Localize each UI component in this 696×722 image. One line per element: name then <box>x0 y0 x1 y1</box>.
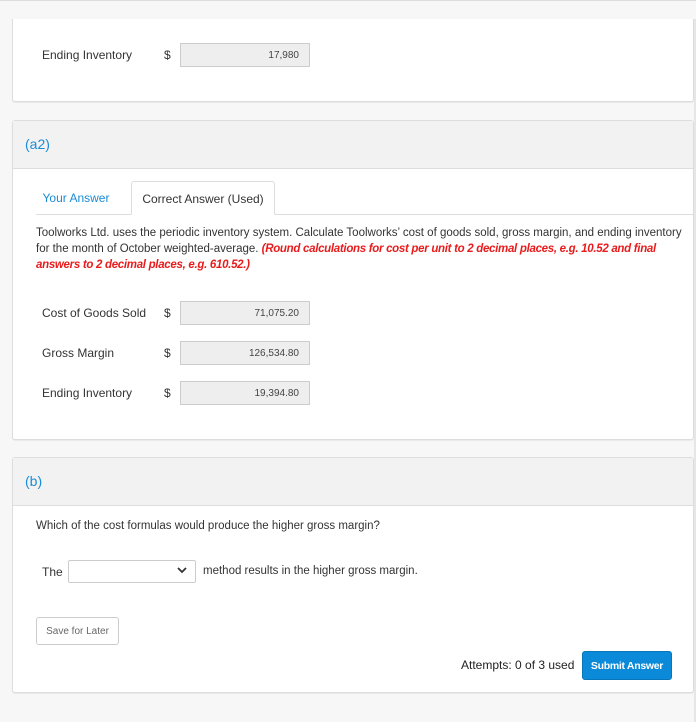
gross-margin-row: Gross Margin $ 126,534.80 <box>42 341 310 365</box>
section-a2-card: (a2) Your Answer Correct Answer (Used) T… <box>12 120 694 440</box>
tab-correct-answer[interactable]: Correct Answer (Used) <box>131 181 275 215</box>
cogs-label: Cost of Goods Sold <box>42 306 147 320</box>
section-a2-header: (a2) <box>13 121 693 169</box>
chevron-down-icon <box>177 565 187 577</box>
method-select[interactable] <box>68 560 196 583</box>
ending-inventory-row: Ending Inventory $ 19,394.80 <box>42 381 310 405</box>
answer-tabs: Your Answer Correct Answer (Used) <box>36 181 694 215</box>
submit-answer-button[interactable]: Submit Answer <box>582 651 672 680</box>
ending-inventory-label: Ending Inventory <box>42 48 133 62</box>
gross-margin-value: 126,534.80 <box>180 341 310 365</box>
currency-symbol: $ <box>164 346 171 360</box>
question-text: Toolworks Ltd. uses the periodic invento… <box>36 225 686 273</box>
tab-your-answer[interactable]: Your Answer <box>36 181 116 215</box>
currency-symbol: $ <box>164 48 171 62</box>
question-b-text: Which of the cost formulas would produce… <box>36 520 380 532</box>
cogs-row: Cost of Goods Sold $ 71,075.20 <box>42 301 310 325</box>
attempts-counter: Attempts: 0 of 3 used <box>461 658 575 672</box>
cogs-value: 71,075.20 <box>180 301 310 325</box>
sentence-prefix: The <box>42 565 63 579</box>
ending-inventory-label: Ending Inventory <box>42 386 133 400</box>
gross-margin-label: Gross Margin <box>42 346 115 360</box>
currency-symbol: $ <box>164 306 171 320</box>
ending-inventory-value: 17,980 <box>180 43 310 67</box>
save-for-later-button[interactable]: Save for Later <box>36 617 119 645</box>
currency-symbol: $ <box>164 386 171 400</box>
section-b-header: (b) <box>13 458 693 506</box>
sentence-suffix: method results in the higher gross margi… <box>203 565 418 577</box>
ending-inventory-row: Ending Inventory $ 17,980 <box>42 43 310 67</box>
ending-inventory-value: 19,394.80 <box>180 381 310 405</box>
top-bar <box>0 0 696 19</box>
